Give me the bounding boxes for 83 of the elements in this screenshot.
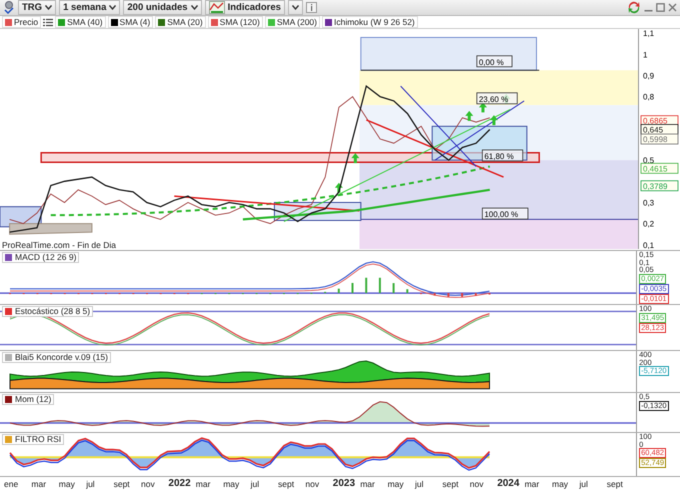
indicators-menu-button[interactable] bbox=[288, 0, 303, 15]
price-tag: 0,6865 bbox=[640, 115, 678, 126]
axis-tick-label: 0,2 bbox=[643, 220, 654, 229]
date-axis-label: mar bbox=[360, 479, 375, 489]
date-axis-label: sept bbox=[442, 479, 458, 489]
histogram-bar bbox=[338, 288, 340, 294]
caret-icon bbox=[292, 5, 299, 10]
date-axis-label: sept bbox=[606, 479, 623, 489]
histogram-bar bbox=[434, 293, 436, 296]
histogram-bar bbox=[474, 293, 477, 296]
indicator-legend-item[interactable]: SMA (40) bbox=[55, 16, 106, 28]
date-axis-label: nov bbox=[305, 479, 320, 489]
date-axis-label: sept bbox=[114, 479, 130, 489]
indicator-legend-item[interactable]: SMA (200) bbox=[264, 16, 320, 28]
date-axis-label: 2022 bbox=[168, 478, 191, 489]
symbol-dropdown[interactable]: TRG bbox=[18, 0, 56, 15]
axis-tick-label: 0,8 bbox=[643, 92, 654, 102]
units-dropdown[interactable]: 200 unidades bbox=[123, 0, 202, 15]
price-tag: 0,5998 bbox=[640, 134, 678, 144]
caret-icon bbox=[109, 5, 116, 10]
indicator-title[interactable]: Estocástico (28 8 5) bbox=[2, 306, 94, 317]
fibonacci-label: 100,00 % bbox=[482, 208, 528, 220]
indicator-title[interactable]: FILTRO RSI bbox=[2, 434, 64, 445]
price-tag: 0,4615 bbox=[640, 162, 678, 174]
up-arrow-icon bbox=[351, 153, 360, 164]
axis-tick-label: 0,1 bbox=[643, 240, 654, 249]
price-tag: 0,3789 bbox=[640, 180, 678, 192]
date-axis-label: mar bbox=[31, 479, 46, 489]
caret-icon bbox=[190, 5, 198, 10]
up-arrow-icon bbox=[478, 102, 487, 112]
info-icon[interactable] bbox=[306, 2, 317, 13]
indicator-title[interactable]: Mom (12) bbox=[2, 394, 54, 405]
indicators-button[interactable]: Indicadores bbox=[204, 0, 285, 15]
maximize-icon[interactable] bbox=[656, 3, 665, 12]
indicator-legend-item[interactable]: SMA (20) bbox=[155, 16, 206, 28]
up-arrow-icon bbox=[490, 115, 498, 126]
date-axis-label: jul bbox=[86, 479, 95, 489]
close-icon[interactable] bbox=[668, 3, 677, 12]
chart-icon bbox=[208, 1, 225, 14]
axis-tick-label: 0,5 bbox=[643, 156, 654, 166]
date-axis-label: nov bbox=[470, 479, 484, 489]
date-axis-label: may bbox=[58, 479, 75, 489]
list-icon[interactable] bbox=[43, 18, 54, 26]
indicator-legend-item[interactable]: SMA (4) bbox=[108, 16, 154, 28]
date-axis-label: ene bbox=[4, 479, 18, 489]
axis-tick-label: 0,9 bbox=[643, 72, 654, 81]
caret-icon bbox=[45, 5, 52, 10]
fibonacci-label: 0,00 % bbox=[476, 55, 512, 68]
date-axis-label: may bbox=[223, 479, 240, 489]
histogram-bar bbox=[447, 293, 450, 297]
date-axis-label: 2023 bbox=[332, 478, 356, 489]
histogram-bar bbox=[461, 293, 464, 297]
refresh-icon[interactable] bbox=[627, 1, 641, 14]
date-axis-label: nov bbox=[141, 479, 155, 489]
date-axis-label: may bbox=[552, 479, 568, 489]
histogram-bar bbox=[392, 283, 395, 294]
date-axis-label: jul bbox=[579, 479, 588, 489]
price-tag: 0,645 bbox=[640, 124, 678, 135]
indicator-legend-item[interactable]: SMA (120) bbox=[208, 16, 263, 28]
axis-tick-label: 0,3 bbox=[643, 198, 654, 208]
data-source-label: ProRealTime.com - Fin de Dia bbox=[2, 240, 116, 250]
date-axis-label: mar bbox=[196, 479, 210, 489]
date-axis-label: jul bbox=[415, 479, 424, 489]
up-arrow-icon bbox=[465, 110, 474, 121]
indicator-legend-item[interactable]: Precio bbox=[2, 16, 42, 28]
axis-tick-label: 1 bbox=[643, 50, 648, 60]
up-arrow-icon bbox=[334, 182, 343, 193]
histogram-bar bbox=[406, 289, 408, 294]
date-axis-label: may bbox=[388, 479, 404, 489]
indicator-title[interactable]: Blai5 Koncorde v.09 (15) bbox=[2, 352, 111, 363]
axis-tick-label: 1,1 bbox=[643, 29, 654, 38]
date-axis-label: sept bbox=[278, 479, 294, 489]
settings-icon[interactable] bbox=[3, 1, 15, 14]
histogram-bar bbox=[365, 278, 368, 294]
date-axis-label: mar bbox=[524, 479, 540, 489]
date-axis-label: 2024 bbox=[497, 478, 520, 489]
date-axis-label: jul bbox=[250, 479, 260, 489]
fibonacci-label: 23,60 % bbox=[476, 92, 518, 104]
histogram-bar bbox=[378, 278, 381, 294]
period-dropdown[interactable]: 1 semana bbox=[59, 0, 120, 15]
indicator-legend-item[interactable]: Ichimoku (W 9 26 52) bbox=[322, 16, 418, 28]
fibonacci-label: 61,80 % bbox=[482, 150, 524, 162]
indicator-title[interactable]: MACD (12 26 9) bbox=[2, 252, 80, 263]
